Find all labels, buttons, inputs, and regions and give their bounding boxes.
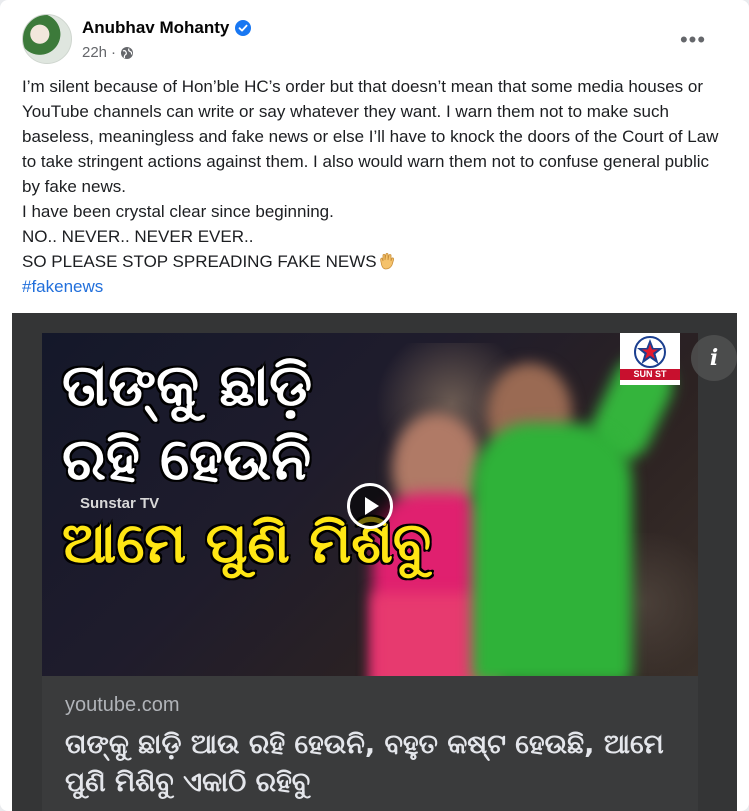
blurred-person bbox=[472, 423, 632, 676]
thumbnail-headline-line1: ତାଙ୍କୁ ଛାଡ଼ି bbox=[60, 350, 313, 421]
link-preview-card[interactable]: ତାଙ୍କୁ ଛାଡ଼ି ରହି ହେଉନି Sunstar TV ଆମେ ପୁ… bbox=[12, 313, 737, 811]
author-row: Anubhav Mohanty bbox=[82, 18, 252, 38]
facebook-post: Anubhav Mohanty 22h · ••• I’m silent bec… bbox=[0, 0, 749, 811]
post-line: #fakenews bbox=[22, 274, 722, 299]
channel-logo-text: SUN ST bbox=[620, 369, 680, 380]
hashtag-link[interactable]: #fakenews bbox=[22, 277, 103, 296]
post-line-text: SO PLEASE STOP SPREADING FAKE NEWS bbox=[22, 252, 377, 271]
thumbnail-channel-label: Sunstar TV bbox=[80, 495, 160, 512]
more-options-button[interactable]: ••• bbox=[675, 22, 711, 58]
post-line: I have been crystal clear since beginnin… bbox=[22, 202, 334, 221]
post-meta: 22h · bbox=[82, 44, 134, 61]
globe-icon[interactable] bbox=[120, 46, 134, 60]
link-domain: youtube.com bbox=[65, 694, 180, 716]
raised-hand-icon bbox=[377, 252, 397, 270]
video-thumbnail[interactable]: ତାଙ୍କୁ ଛାଡ଼ି ରହି ହେଉନି Sunstar TV ଆମେ ପୁ… bbox=[42, 333, 698, 676]
channel-logo: SUN ST bbox=[620, 333, 680, 385]
info-icon: i bbox=[709, 345, 719, 371]
post-line: NO.. NEVER.. NEVER EVER.. bbox=[22, 227, 254, 246]
post-time[interactable]: 22h bbox=[82, 44, 107, 61]
play-button[interactable] bbox=[347, 483, 393, 529]
post-header: Anubhav Mohanty 22h · ••• bbox=[22, 12, 733, 64]
thumbnail-headline-line2: ରହି ହେଉନି bbox=[60, 424, 312, 495]
verified-icon bbox=[235, 20, 252, 36]
link-preview-footer[interactable]: youtube.com ତାଙ୍କୁ ଛାଡ଼ି ଆଉ ରହି ହେଉନି, ବ… bbox=[42, 676, 698, 811]
meta-separator: · bbox=[111, 44, 117, 61]
post-line: SO PLEASE STOP SPREADING FAKE NEWS bbox=[22, 249, 722, 274]
star-logo-icon bbox=[634, 336, 666, 368]
post-paragraph: I’m silent because of Hon’ble HC’s order… bbox=[22, 77, 719, 196]
author-name[interactable]: Anubhav Mohanty bbox=[82, 18, 229, 38]
link-title[interactable]: ତାଙ୍କୁ ଛାଡ଼ି ଆଉ ରହି ହେଉନି, ବହୁତ କଷ୍ଟ ହେଉ… bbox=[65, 726, 675, 802]
info-button[interactable]: i bbox=[691, 335, 737, 381]
more-icon: ••• bbox=[679, 27, 707, 52]
post-text: I’m silent because of Hon’ble HC’s order… bbox=[22, 74, 722, 299]
play-icon bbox=[365, 497, 379, 515]
avatar[interactable] bbox=[22, 14, 72, 64]
